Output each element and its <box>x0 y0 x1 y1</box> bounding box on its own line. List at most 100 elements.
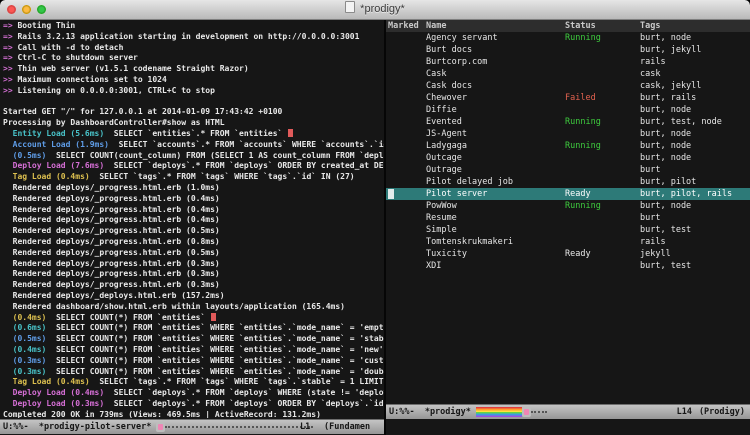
log-text: SELECT COUNT(count_column) FROM (SELECT … <box>46 151 383 160</box>
ansi-artifact-block <box>211 313 216 321</box>
window-title-area: *prodigy* <box>0 0 750 19</box>
log-text: (0.3ms) <box>3 356 46 365</box>
log-text: SELECT COUNT(*) FROM `entities` WHERE `e… <box>46 367 383 376</box>
log-text: => <box>3 21 17 30</box>
service-tags: burt, pilot, rails <box>640 188 732 200</box>
left-modeline-major-mode: (Fundamen <box>324 420 370 434</box>
log-text: SELECT `tags`.* FROM `tags` WHERE `tags`… <box>90 172 355 181</box>
log-text: Maximum connections set to 1024 <box>17 75 166 84</box>
nyan-mode-indicator <box>476 406 547 418</box>
log-text: SELECT `deploys`.* FROM `deploys` ORDER … <box>104 161 384 170</box>
service-row[interactable]: Burtcorp.comrails <box>386 56 750 68</box>
log-text: >> <box>3 75 17 84</box>
nyan-mode-indicator <box>156 421 313 433</box>
service-row[interactable]: Pilot serverReadyburt, pilot, rails <box>386 188 750 200</box>
service-list: Agency servantRunningburt, nodeBurt docs… <box>386 32 750 404</box>
right-modeline-line-number: L14 <box>677 405 692 419</box>
log-text: => <box>3 53 17 62</box>
service-name: Burt docs <box>426 44 472 56</box>
log-line: >> Thin web server (v1.5.1 codename Stra… <box>3 64 384 75</box>
service-tags: burt, node <box>640 140 691 152</box>
log-text: >> <box>3 64 17 73</box>
service-name: Evented <box>426 116 462 128</box>
service-name: Outcage <box>426 152 462 164</box>
header-name: Name <box>426 20 446 32</box>
service-name: Pilot server <box>426 188 487 200</box>
log-line: Rendered deploys/_progress.html.erb (0.5… <box>3 248 384 259</box>
service-row[interactable]: Agency servantRunningburt, node <box>386 32 750 44</box>
log-line: Rendered deploys/_progress.html.erb (1.0… <box>3 183 384 194</box>
service-tags: burt <box>640 212 660 224</box>
log-text: Rails 3.2.13 application starting in dev… <box>17 32 359 41</box>
log-text: (0.5ms) <box>3 151 46 160</box>
service-row[interactable]: Burt docsburt, jekyll <box>386 44 750 56</box>
service-row[interactable]: Simpleburt, test <box>386 224 750 236</box>
right-modeline: U:%%- *prodigy* L14 (Prodigy) <box>386 404 750 419</box>
service-row[interactable]: ChewoverFailedburt, rails <box>386 92 750 104</box>
service-row[interactable]: TuxicityReadyjekyll <box>386 248 750 260</box>
left-modeline-line-number: L1 <box>300 420 310 434</box>
service-row[interactable]: EventedRunningburt, test, node <box>386 116 750 128</box>
log-line: Started GET "/" for 127.0.0.1 at 2014-01… <box>3 107 384 118</box>
log-text: SELECT `deploys`.* FROM `deploys` WHERE … <box>104 388 384 397</box>
log-line: => Call with -d to detach <box>3 43 384 54</box>
log-text: >> <box>3 86 17 95</box>
log-line: Rendered dashboard/show.html.erb within … <box>3 302 384 313</box>
service-tags: cask, jekyll <box>640 80 701 92</box>
log-text: (0.6ms) <box>3 323 46 332</box>
shell-buffer-window[interactable]: => Booting Thin=> Rails 3.2.13 applicati… <box>0 20 386 435</box>
log-line: (0.5ms) SELECT COUNT(*) FROM `entities` … <box>3 334 384 345</box>
log-text: Tag Load (0.4ms) <box>3 377 90 386</box>
titlebar[interactable]: *prodigy* <box>0 0 750 20</box>
log-line: Rendered deploys/_progress.html.erb (0.5… <box>3 226 384 237</box>
log-line: >> Listening on 0.0.0.0:3001, CTRL+C to … <box>3 86 384 97</box>
log-line: => Rails 3.2.13 application starting in … <box>3 32 384 43</box>
service-tags: burt, rails <box>640 92 696 104</box>
service-tags: rails <box>640 236 666 248</box>
service-row[interactable]: Outcageburt, node <box>386 152 750 164</box>
log-line: Rendered deploys/_deploys.html.erb (157.… <box>3 291 384 302</box>
log-line: Rendered deploys/_progress.html.erb (0.4… <box>3 215 384 226</box>
log-line: => Ctrl-C to shutdown server <box>3 53 384 64</box>
prodigy-buffer-window[interactable]: Marked Name Status Tags Agency servantRu… <box>386 20 750 435</box>
log-line <box>3 97 384 108</box>
log-line: (0.3ms) SELECT COUNT(*) FROM `entities` … <box>3 367 384 378</box>
log-text: Rendered deploys/_progress.html.erb (0.3… <box>3 259 220 268</box>
service-tags: burt, node <box>640 32 691 44</box>
service-row[interactable]: Outrageburt <box>386 164 750 176</box>
service-row[interactable]: LadygagaRunningburt, node <box>386 140 750 152</box>
service-row[interactable]: Tomtenskrukmakerirails <box>386 236 750 248</box>
log-text: SELECT `deploys`.* FROM `deploys` ORDER … <box>104 399 384 408</box>
service-row[interactable]: XDIburt, test <box>386 260 750 272</box>
service-row[interactable]: Diffieburt, node <box>386 104 750 116</box>
service-name: Tuxicity <box>426 248 467 260</box>
service-row[interactable]: JS-Agentburt, node <box>386 128 750 140</box>
service-name: JS-Agent <box>426 128 467 140</box>
service-name: Cask <box>426 68 446 80</box>
header-marked: Marked <box>388 20 419 32</box>
service-name: Cask docs <box>426 80 472 92</box>
service-row[interactable]: Caskcask <box>386 68 750 80</box>
service-name: Pilot delayed job <box>426 176 513 188</box>
log-line: (0.6ms) SELECT COUNT(*) FROM `entities` … <box>3 323 384 334</box>
log-text: Thin web server (v1.5.1 codename Straigh… <box>17 64 248 73</box>
log-text: Rendered deploys/_progress.html.erb (0.5… <box>3 248 220 257</box>
service-status: Running <box>565 200 601 212</box>
service-row[interactable]: Cask docs cask, jekyll <box>386 80 750 92</box>
log-text: => <box>3 43 17 52</box>
log-line: Rendered deploys/_progress.html.erb (0.3… <box>3 259 384 270</box>
document-icon <box>345 1 355 13</box>
log-text: SELECT `entities`.* FROM `entities` <box>104 129 287 138</box>
log-text: Rendered deploys/_progress.html.erb (0.4… <box>3 205 220 214</box>
service-row[interactable]: Pilot delayed jobburt, pilot <box>386 176 750 188</box>
service-row[interactable]: Resume burt <box>386 212 750 224</box>
nyan-trail <box>165 426 313 428</box>
log-text: SELECT COUNT(*) FROM `entities` WHERE `e… <box>46 345 383 354</box>
service-name: Resume <box>426 212 457 224</box>
service-name: XDI <box>426 260 441 272</box>
right-modeline-major-mode: (Prodigy) <box>699 405 745 419</box>
service-name: Simple <box>426 224 457 236</box>
service-name: Diffie <box>426 104 457 116</box>
log-line: Deploy Load (0.3ms) SELECT `deploys`.* F… <box>3 399 384 410</box>
service-row[interactable]: PowWowRunningburt, node <box>386 200 750 212</box>
